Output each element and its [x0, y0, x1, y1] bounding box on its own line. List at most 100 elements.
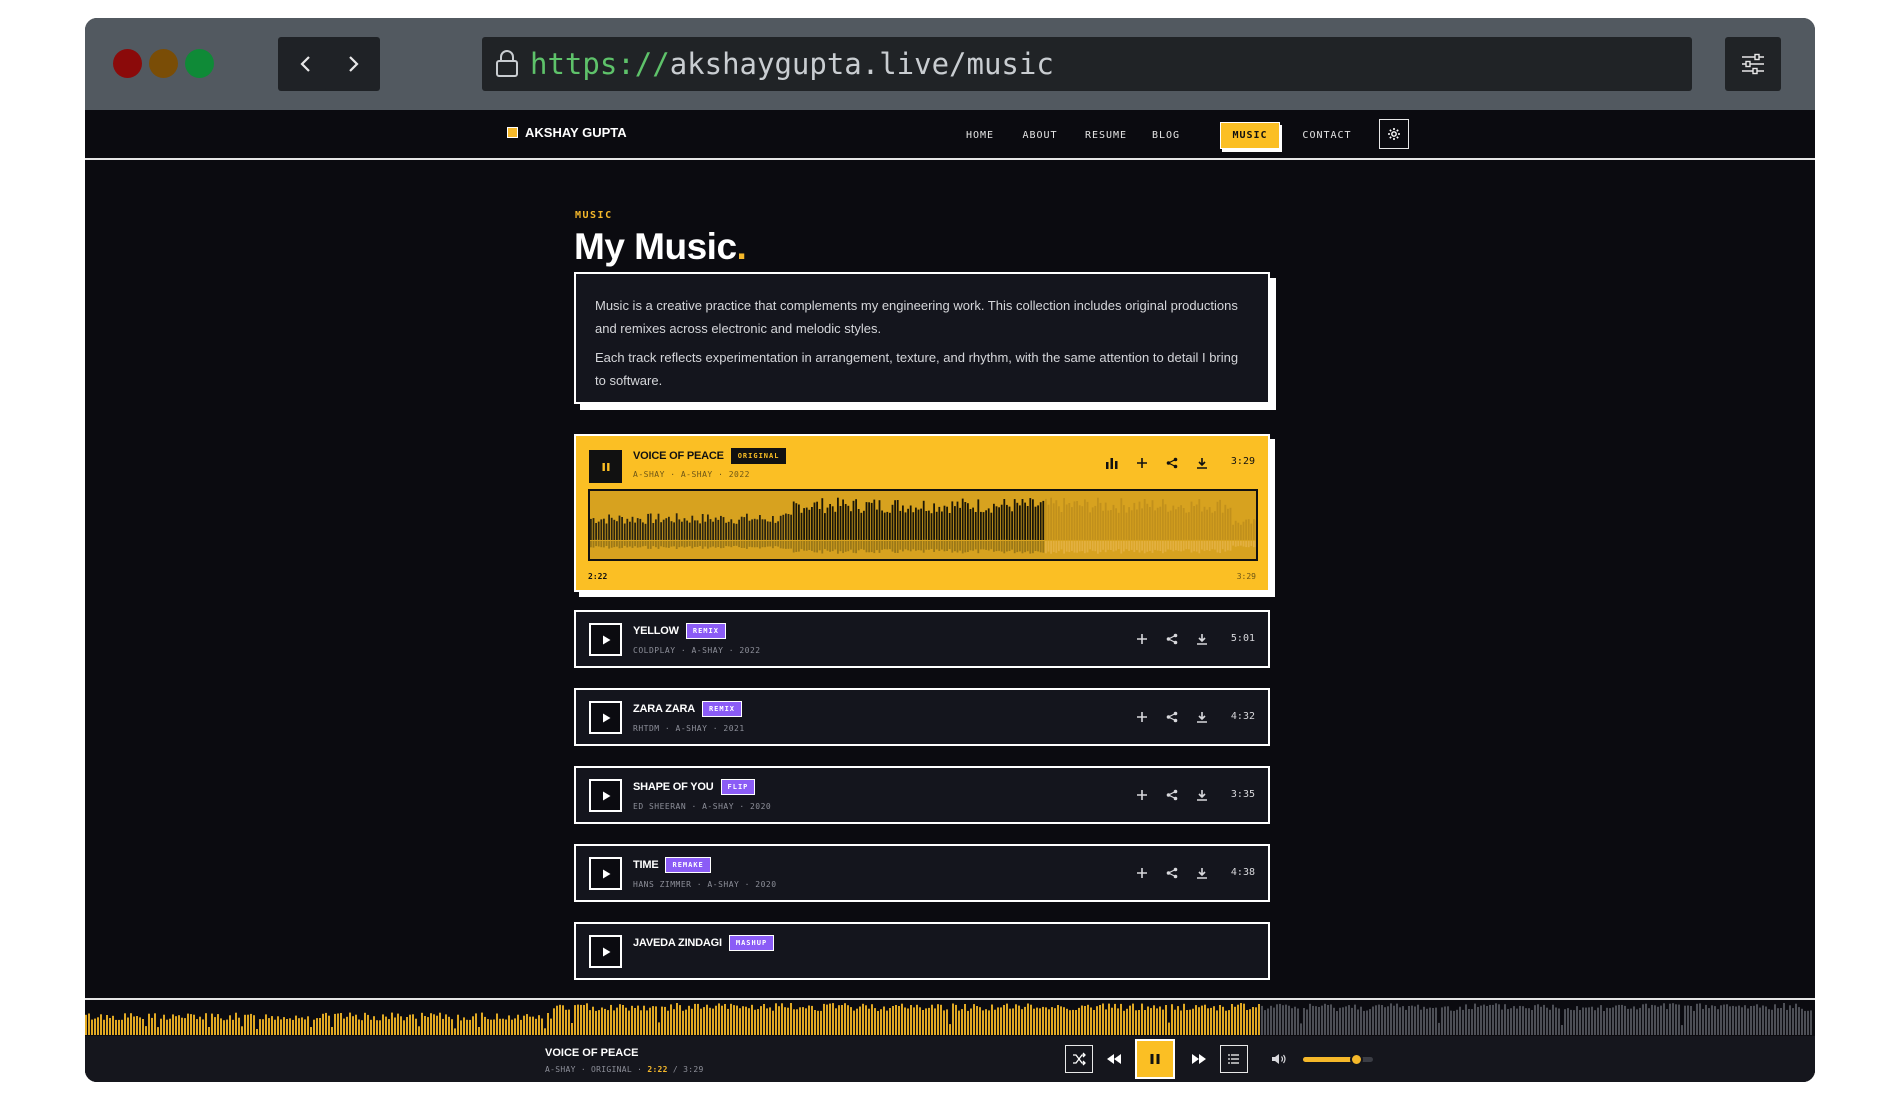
theme-toggle-button[interactable]	[1379, 119, 1409, 149]
nav-resume[interactable]: RESUME	[1077, 122, 1135, 149]
waveform-bar	[1032, 499, 1034, 540]
share-button[interactable]	[1164, 455, 1180, 471]
player-waveform-bar	[1453, 1010, 1455, 1035]
player-waveform-bar	[1801, 1008, 1803, 1035]
add-to-queue-button[interactable]	[1134, 709, 1150, 725]
play-button[interactable]	[589, 857, 622, 890]
track-card[interactable]: ZARA ZARA REMIX RHTDM · A-SHAY · 2021 4:3…	[574, 688, 1270, 746]
shuffle-button[interactable]	[1065, 1045, 1093, 1073]
download-button[interactable]	[1194, 631, 1210, 647]
waveform-reflection	[673, 541, 675, 547]
minimize-window-dot[interactable]	[149, 49, 178, 78]
player-waveform-bar	[1669, 1003, 1671, 1035]
player-waveform-bar	[1381, 1005, 1383, 1035]
waveform-reflection	[850, 541, 852, 550]
player-waveform-bar	[1060, 1006, 1062, 1035]
share-icon	[1166, 711, 1178, 723]
site-header: AKSHAY GUPTA HOME ABOUT RESUME BLOG MUSI…	[85, 110, 1815, 160]
player-waveform-bar	[130, 1013, 132, 1035]
download-button[interactable]	[1194, 709, 1210, 725]
forward-button[interactable]	[325, 37, 380, 91]
waveform-bar	[603, 518, 605, 540]
player-waveform-bar	[241, 1026, 243, 1035]
waveform-reflection	[1193, 541, 1195, 552]
player-waveform-bar	[1000, 1007, 1002, 1035]
share-button[interactable]	[1164, 631, 1180, 647]
play-button[interactable]	[589, 701, 622, 734]
player-waveform-bar	[1384, 1007, 1386, 1035]
volume-button[interactable]	[1265, 1045, 1293, 1073]
player-waveform-bar	[1132, 1003, 1134, 1035]
volume-slider[interactable]	[1303, 1053, 1373, 1066]
play-button[interactable]	[589, 935, 622, 968]
track-card[interactable]: JAVEDA ZINDAGI MASHUP	[574, 922, 1270, 980]
waveform-bar	[1156, 507, 1159, 540]
play-button[interactable]	[589, 779, 622, 812]
next-button[interactable]	[1185, 1045, 1213, 1073]
waveform-bar	[769, 521, 772, 540]
waveform-reflection	[1151, 541, 1154, 553]
player-waveform-bar	[133, 1016, 135, 1035]
waveform-bar	[1016, 502, 1019, 540]
browser-menu-button[interactable]	[1725, 37, 1781, 91]
player-waveform[interactable]	[85, 1000, 1815, 1036]
address-bar[interactable]: https://akshaygupta.live/music	[482, 37, 1692, 91]
waveform-reflection	[1227, 541, 1229, 551]
player-waveform-bar	[1537, 1004, 1539, 1035]
download-button[interactable]	[1194, 865, 1210, 881]
player-waveform-bar	[607, 1010, 609, 1035]
track-card[interactable]: YELLOW REMIX COLDPLAY · A-SHAY · 2022 5:0…	[574, 610, 1270, 668]
waveform-reflection	[600, 541, 603, 548]
player-waveform-bar	[1627, 1008, 1629, 1035]
add-to-queue-button[interactable]	[1134, 631, 1150, 647]
add-to-queue-button[interactable]	[1134, 865, 1150, 881]
waveform-reflection	[1125, 541, 1128, 550]
waveform-reflection	[769, 541, 772, 547]
player-waveform-bar	[1540, 1006, 1542, 1035]
player-waveform-bar	[271, 1016, 273, 1035]
player-waveform-bar	[1147, 1006, 1149, 1035]
nav-about[interactable]: ABOUT	[1013, 122, 1067, 149]
waveform-bar	[681, 521, 683, 540]
waveform-bar	[967, 503, 969, 540]
track-card-active[interactable]: VOICE OF PEACE ORIGINAL A-SHAY · A-SHAY …	[574, 434, 1270, 592]
waveform-bar	[748, 520, 751, 540]
waveform-reflection	[993, 541, 995, 552]
track-waveform[interactable]	[588, 489, 1258, 561]
download-button[interactable]	[1194, 455, 1210, 471]
waveform-bar	[1052, 503, 1055, 540]
player-waveform-bar	[232, 1019, 234, 1035]
player-waveform-bar	[871, 1004, 873, 1035]
player-waveform-bar	[1063, 1007, 1065, 1035]
maximize-window-dot[interactable]	[185, 49, 214, 78]
add-to-queue-button[interactable]	[1134, 787, 1150, 803]
track-card[interactable]: TIME REMAKE HANS ZIMMER · A-SHAY · 2020 4…	[574, 844, 1270, 902]
queue-button[interactable]	[1220, 1045, 1248, 1073]
player-waveform-bar	[1192, 1008, 1194, 1035]
pause-button[interactable]	[589, 450, 622, 483]
waveform-bar	[792, 501, 795, 540]
share-button[interactable]	[1164, 865, 1180, 881]
nav-contact[interactable]: CONTACT	[1294, 122, 1360, 149]
previous-button[interactable]	[1100, 1045, 1128, 1073]
player-waveform-bar	[835, 1008, 837, 1035]
nav-home[interactable]: HOME	[955, 122, 1005, 149]
equalizer-button[interactable]	[1104, 455, 1120, 471]
track-actions	[1134, 865, 1210, 881]
track-card[interactable]: SHAPE OF YOU FLIP ED SHEERAN · A-SHAY · 2…	[574, 766, 1270, 824]
download-button[interactable]	[1194, 787, 1210, 803]
play-pause-button[interactable]	[1135, 1039, 1175, 1079]
player-waveform-bar	[496, 1013, 498, 1035]
share-button[interactable]	[1164, 787, 1180, 803]
play-button[interactable]	[589, 623, 622, 656]
nav-blog[interactable]: BLOG	[1143, 122, 1189, 149]
waveform-reflection	[681, 541, 683, 547]
close-window-dot[interactable]	[113, 49, 142, 78]
waveform-reflection	[621, 541, 623, 548]
share-button[interactable]	[1164, 709, 1180, 725]
waveform-bar	[1034, 506, 1037, 540]
volume-slider-handle[interactable]	[1349, 1053, 1363, 1066]
add-to-queue-button[interactable]	[1134, 455, 1150, 471]
player-waveform-bar	[1357, 1009, 1359, 1035]
nav-music[interactable]: MUSIC	[1220, 122, 1280, 149]
